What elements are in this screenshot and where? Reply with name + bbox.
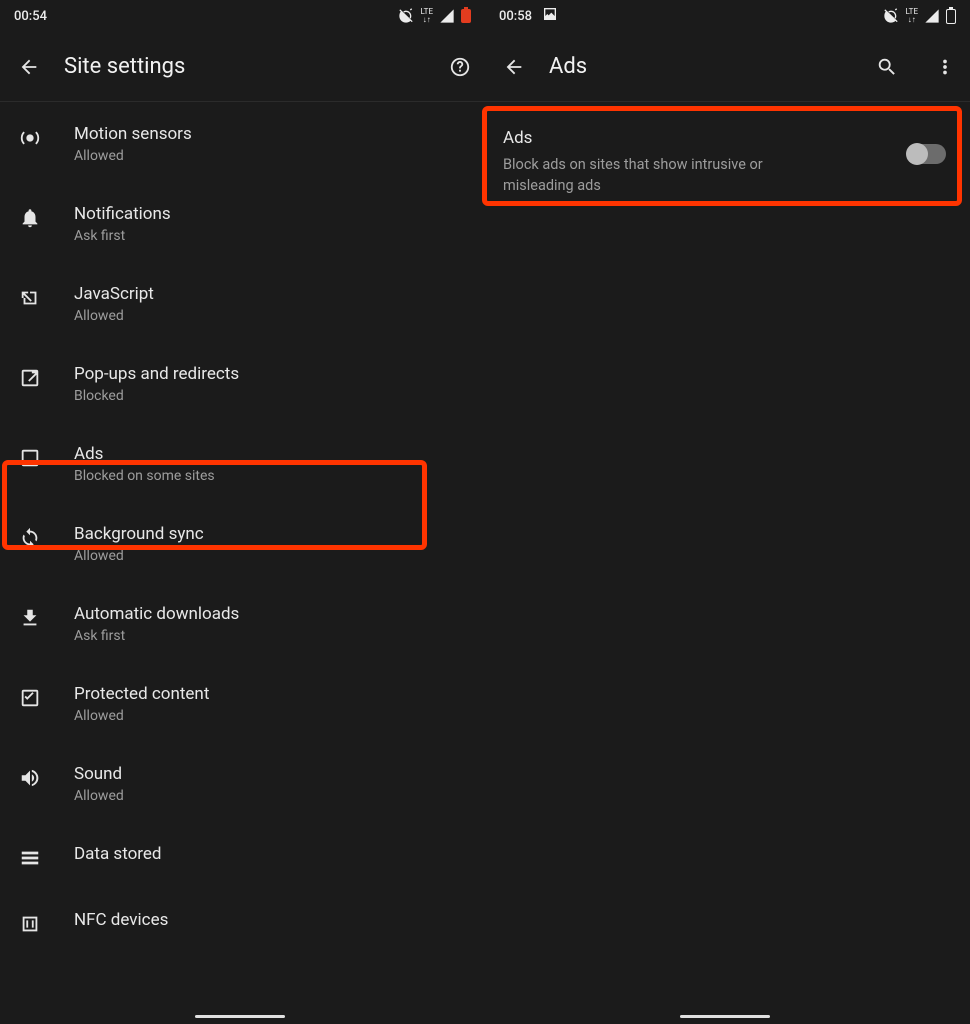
popup-icon <box>19 367 41 389</box>
battery-low-icon <box>461 9 471 23</box>
setting-label: JavaScript <box>74 284 467 304</box>
javascript-icon <box>19 287 41 309</box>
setting-background-sync[interactable]: Background sync Allowed <box>0 502 485 582</box>
ads-icon <box>19 447 41 469</box>
alarm-off-icon <box>398 8 414 24</box>
status-time: 00:54 <box>14 9 47 24</box>
toggle-description: Block ads on sites that show intrusive o… <box>503 154 823 196</box>
setting-label: Background sync <box>74 524 467 544</box>
search-icon[interactable] <box>876 56 898 78</box>
data-stored-icon <box>19 847 41 869</box>
setting-label: Ads <box>74 444 467 464</box>
toggle-title: Ads <box>503 128 886 148</box>
page-title: Site settings <box>64 54 425 79</box>
site-settings-screen: 00:54 LTE↓↑ Site settings Motion sensors… <box>0 0 485 1024</box>
toggle-knob <box>906 143 928 165</box>
setting-auto-downloads[interactable]: Automatic downloads Ask first <box>0 582 485 662</box>
setting-label: Protected content <box>74 684 467 704</box>
setting-javascript[interactable]: JavaScript Allowed <box>0 262 485 342</box>
download-icon <box>19 607 41 629</box>
battery-charging-icon <box>946 9 956 24</box>
status-time: 00:58 <box>499 9 532 24</box>
back-icon[interactable] <box>503 56 525 78</box>
setting-label: Data stored <box>74 844 467 864</box>
setting-sub: Blocked on some sites <box>74 468 467 484</box>
setting-sub: Ask first <box>74 228 467 244</box>
setting-label: Automatic downloads <box>74 604 467 624</box>
status-icons: LTE↓↑ <box>883 8 956 24</box>
help-icon[interactable] <box>449 56 471 78</box>
setting-label: Notifications <box>74 204 467 224</box>
setting-sub: Allowed <box>74 788 467 804</box>
notifications-icon <box>19 207 41 229</box>
setting-sound[interactable]: Sound Allowed <box>0 742 485 822</box>
setting-ads[interactable]: Ads Blocked on some sites <box>0 422 485 502</box>
status-bar: 00:58 LTE↓↑ <box>485 0 970 32</box>
page-title: Ads <box>549 54 852 79</box>
sync-icon <box>19 527 41 549</box>
ads-block-toggle-row[interactable]: Ads Block ads on sites that show intrusi… <box>485 102 970 212</box>
signal-icon <box>439 8 455 24</box>
setting-label: Motion sensors <box>74 124 467 144</box>
setting-sub: Allowed <box>74 708 467 724</box>
setting-sub: Blocked <box>74 388 467 404</box>
setting-protected-content[interactable]: Protected content Allowed <box>0 662 485 742</box>
setting-nfc[interactable]: NFC devices <box>0 888 485 954</box>
status-bar: 00:54 LTE↓↑ <box>0 0 485 32</box>
setting-label: Sound <box>74 764 467 784</box>
setting-label: NFC devices <box>74 910 467 930</box>
setting-label: Pop-ups and redirects <box>74 364 467 384</box>
ads-settings-screen: 00:58 LTE↓↑ Ads Ads Block ads on sites t… <box>485 0 970 1024</box>
protected-content-icon <box>19 687 41 709</box>
setting-sub: Ask first <box>74 628 467 644</box>
nfc-icon <box>19 913 41 935</box>
setting-notifications[interactable]: Notifications Ask first <box>0 182 485 262</box>
lte-indicator: LTE↓↑ <box>420 8 433 24</box>
setting-sub: Allowed <box>74 548 467 564</box>
app-bar: Site settings <box>0 32 485 102</box>
setting-sub: Allowed <box>74 148 467 164</box>
setting-sub: Allowed <box>74 308 467 324</box>
settings-list[interactable]: Motion sensors Allowed Notifications Ask f… <box>0 102 485 1024</box>
alarm-off-icon <box>883 8 899 24</box>
setting-motion-sensors[interactable]: Motion sensors Allowed <box>0 102 485 182</box>
overflow-icon[interactable] <box>934 56 956 78</box>
sound-icon <box>19 767 41 789</box>
status-icons: LTE↓↑ <box>398 8 471 24</box>
back-icon[interactable] <box>18 56 40 78</box>
ads-toggle[interactable] <box>908 144 946 164</box>
lte-indicator: LTE↓↑ <box>905 8 918 24</box>
setting-popups[interactable]: Pop-ups and redirects Blocked <box>0 342 485 422</box>
signal-icon <box>924 8 940 24</box>
nav-gesture-handle[interactable] <box>680 1015 770 1018</box>
screenshot-indicator-icon <box>542 6 558 26</box>
app-bar: Ads <box>485 32 970 102</box>
setting-data-stored[interactable]: Data stored <box>0 822 485 888</box>
motion-sensors-icon <box>19 127 41 149</box>
nav-gesture-handle[interactable] <box>195 1015 285 1018</box>
